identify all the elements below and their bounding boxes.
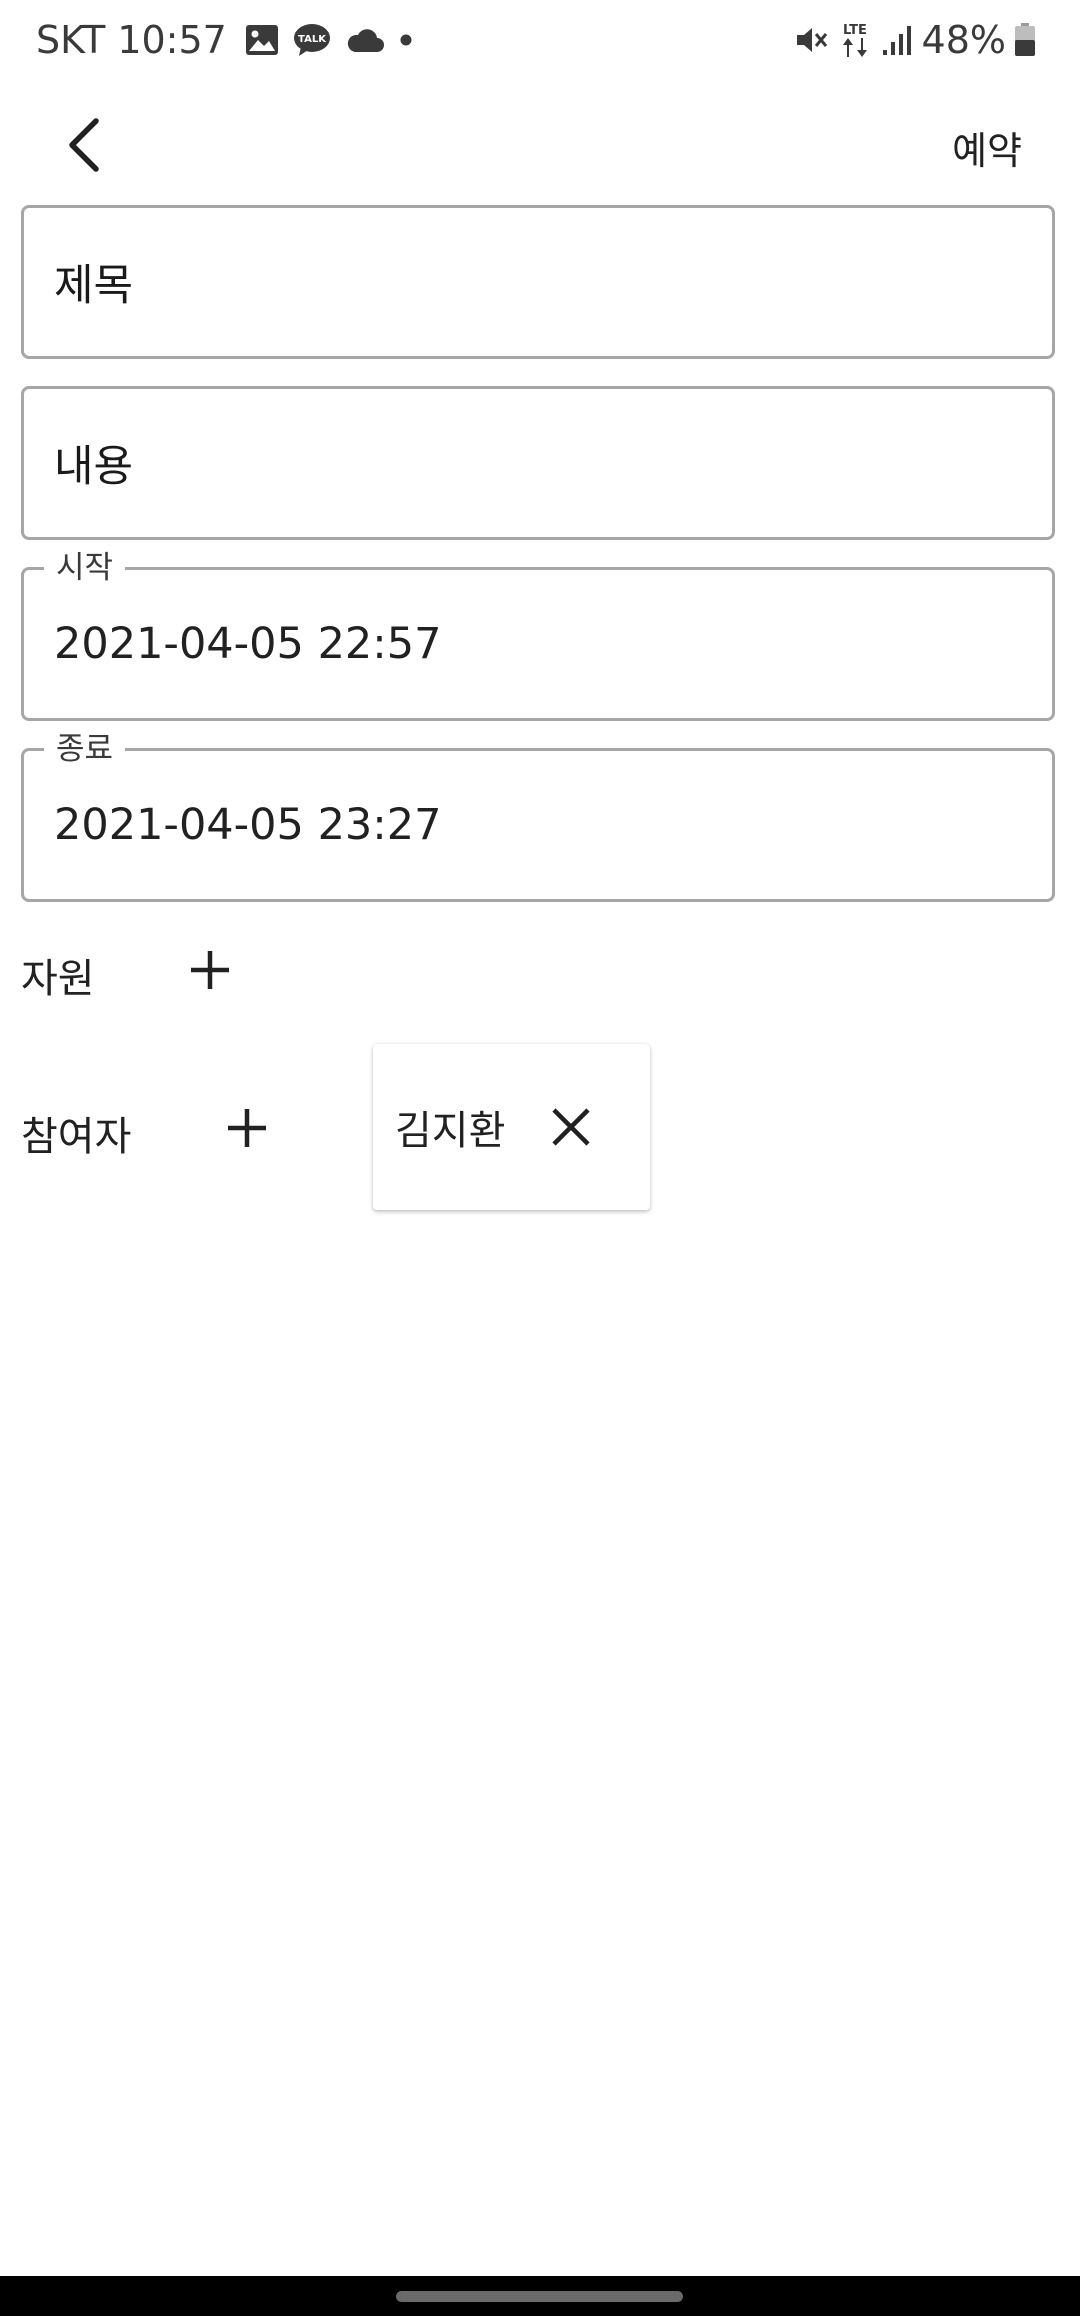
image-icon: [245, 24, 279, 56]
status-bar: SKT 10:57 TALK LTE 48%: [0, 0, 1080, 82]
kakaotalk-icon-label: TALK: [298, 34, 327, 45]
carrier-name: SKT: [36, 18, 106, 62]
title-field[interactable]: 제목: [21, 205, 1055, 359]
title-placeholder: 제목: [54, 261, 134, 311]
back-button[interactable]: [44, 100, 124, 190]
resources-label: 자원: [21, 956, 95, 1002]
end-datetime-field[interactable]: 종료 2021-04-05 23:27: [21, 729, 1055, 902]
status-bar-left: SKT 10:57 TALK: [36, 14, 427, 66]
chevron-left-icon: [69, 118, 99, 172]
battery-percent: 48%: [921, 18, 1006, 62]
reserve-button[interactable]: 예약: [952, 112, 1022, 182]
clock-time: 10:57: [117, 18, 227, 62]
participants-label: 참여자: [21, 1114, 132, 1160]
participant-name: 김지환: [395, 1108, 506, 1154]
lte-icon: LTE: [838, 21, 872, 59]
cloud-icon: [345, 27, 385, 53]
battery-icon: [1014, 23, 1036, 57]
add-resource-button[interactable]: [175, 935, 245, 1005]
home-gesture-handle[interactable]: [396, 2291, 683, 2302]
plus-icon: [191, 951, 229, 989]
content-placeholder: 내용: [54, 442, 134, 492]
kakaotalk-icon: TALK: [293, 23, 331, 57]
status-bar-right: LTE 48%: [794, 14, 1046, 66]
remove-participant-button[interactable]: [536, 1092, 606, 1162]
start-datetime-field[interactable]: 시작 2021-04-05 22:57: [21, 548, 1055, 721]
participant-chip: 김지환: [373, 1044, 650, 1210]
plus-icon: [228, 1109, 266, 1147]
vibrate-mute-icon: [794, 24, 828, 56]
lte-icon-label: LTE: [843, 23, 867, 38]
end-datetime-value: 2021-04-05 23:27: [54, 800, 442, 850]
content-field[interactable]: 내용: [21, 386, 1055, 540]
system-navigation-bar: [0, 2276, 1080, 2316]
signal-icon: [882, 24, 912, 56]
start-datetime-value: 2021-04-05 22:57: [54, 619, 442, 669]
dot-icon: [399, 33, 413, 47]
close-icon: [552, 1108, 590, 1146]
add-participant-button[interactable]: [212, 1093, 282, 1163]
